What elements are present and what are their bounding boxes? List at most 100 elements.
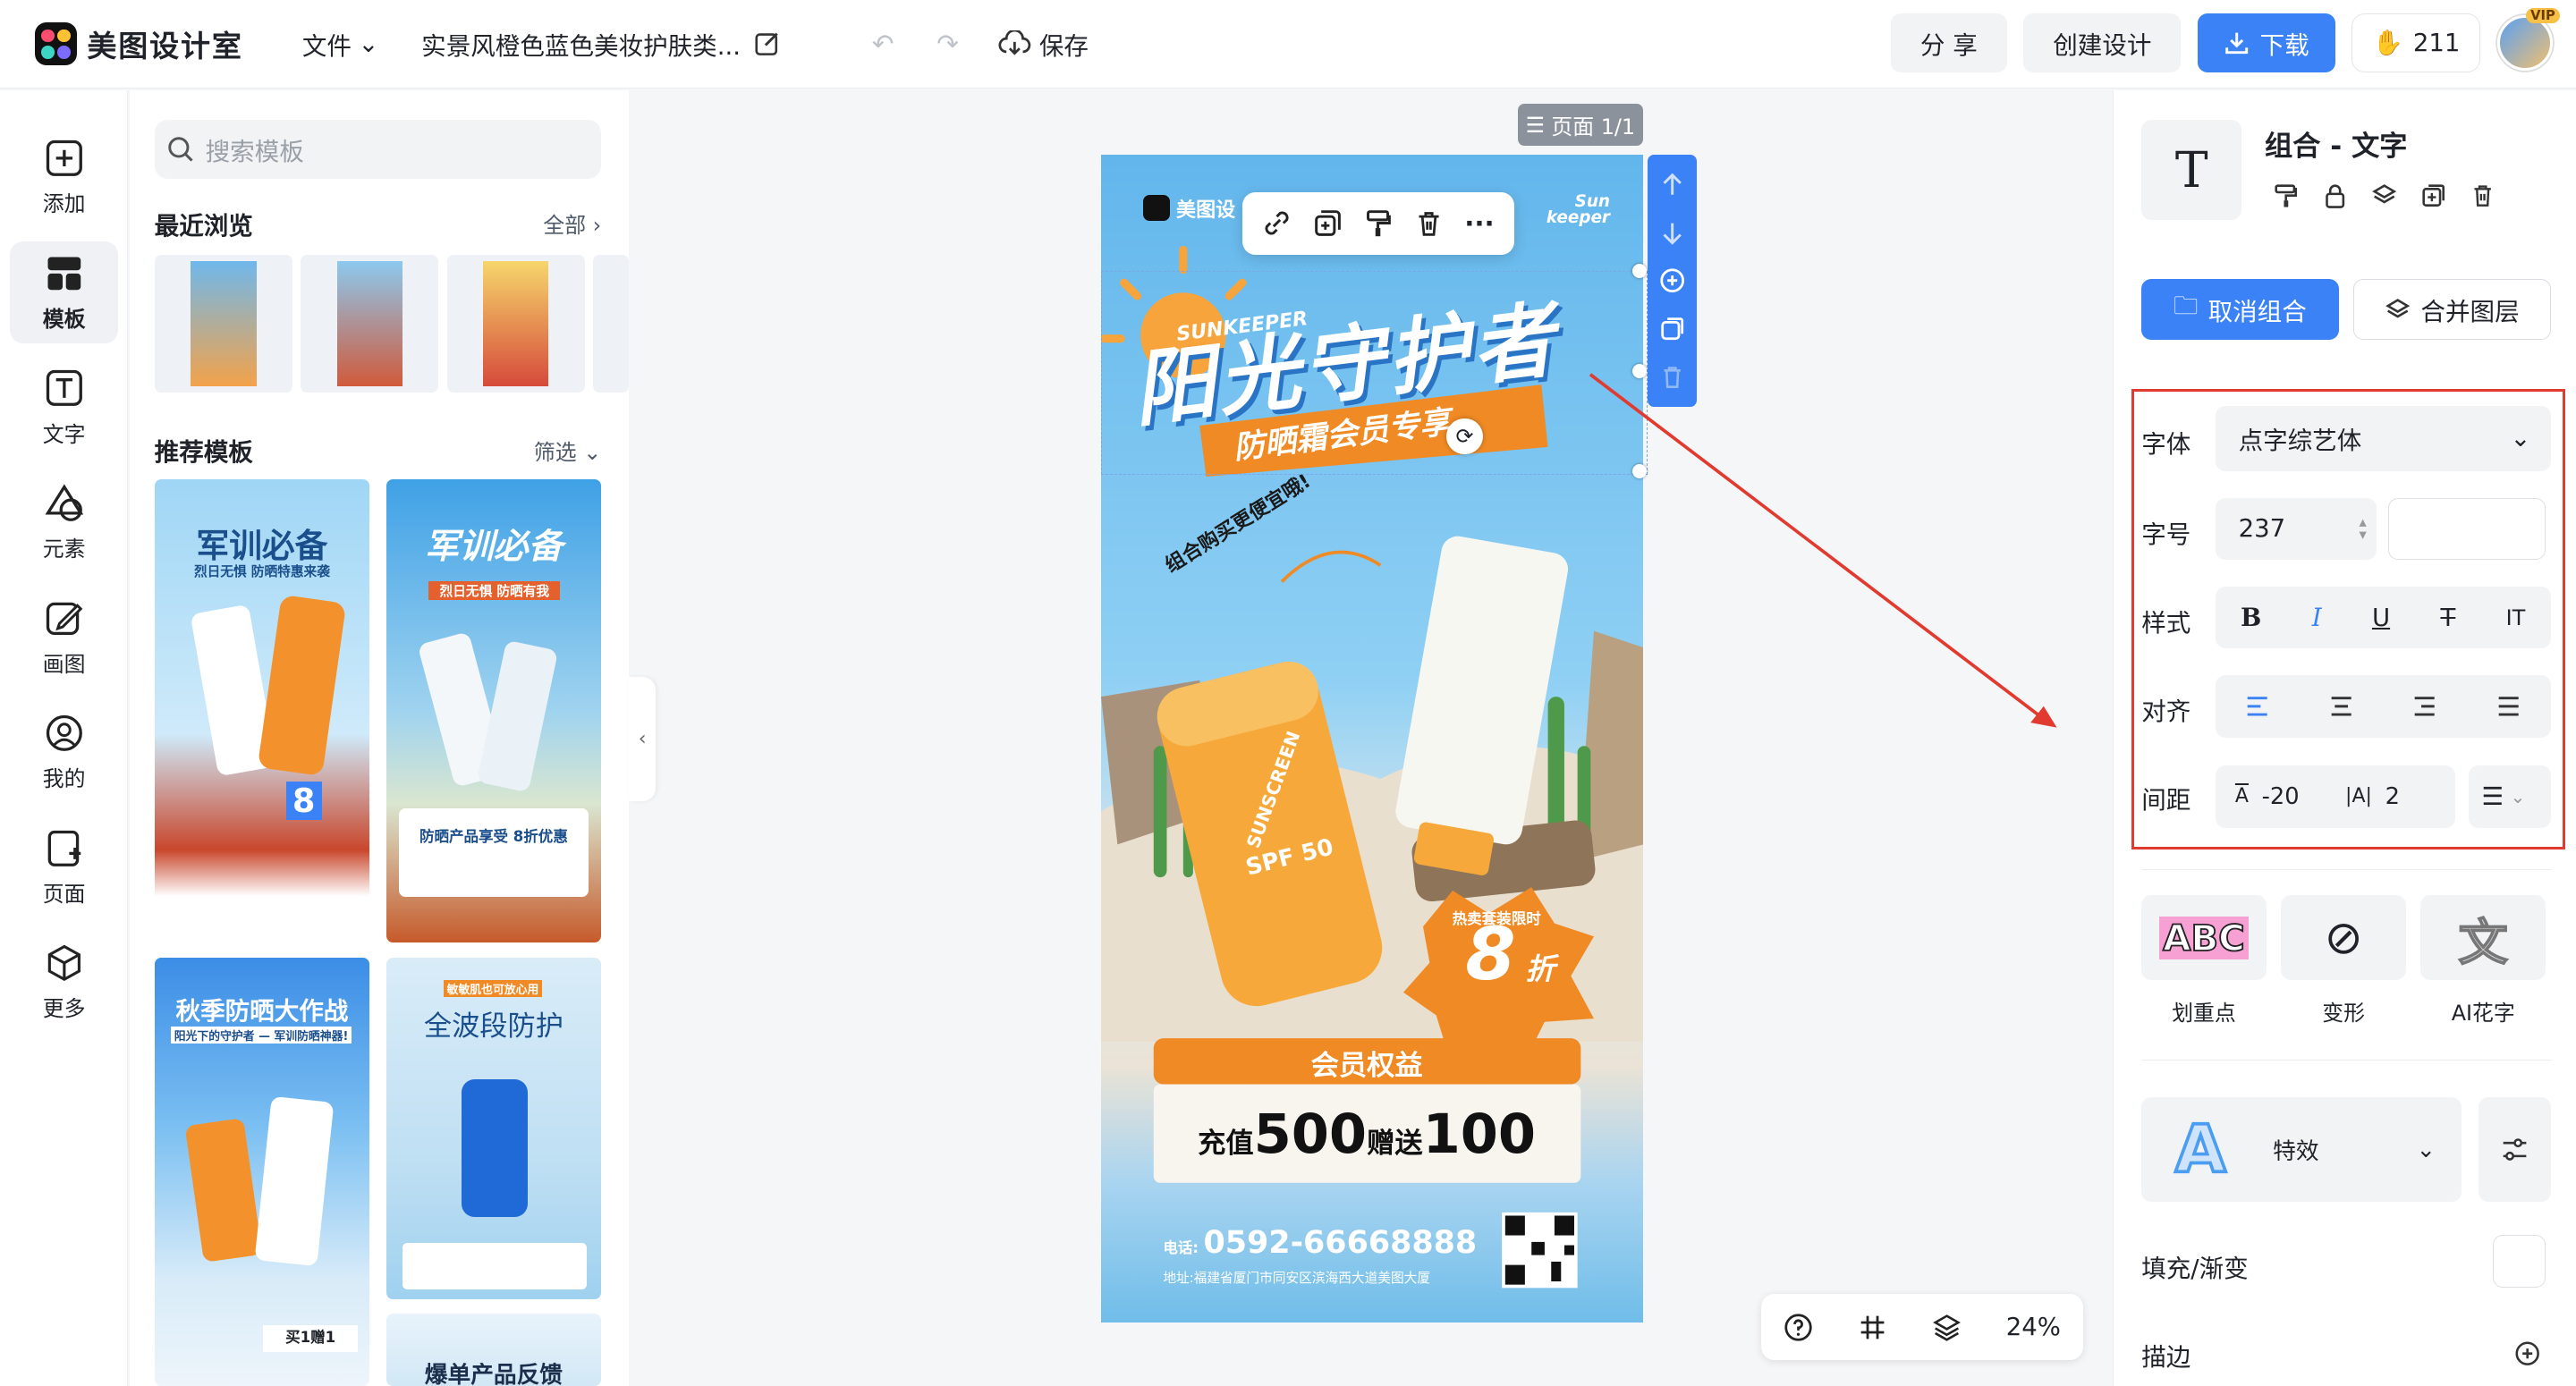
align-right-icon[interactable] [2411,695,2437,718]
ungroup-label: 取消组合 [2207,298,2307,327]
nav-templates-label: 模板 [42,306,86,332]
template-card[interactable]: 全波段防护 敏敏肌也可放心用 [386,957,602,1299]
coin-icon: ✋ [2372,29,2403,58]
nav-pages[interactable]: 页面 [10,816,118,918]
add-stroke-icon[interactable] [2514,1340,2540,1366]
letter-spacing-input[interactable]: A -20 |A| 2 [2215,765,2456,828]
search-input[interactable]: 搜索模板 [154,120,602,180]
bold-button[interactable]: B [2241,604,2261,632]
font-size-input[interactable]: 237 ▴ ▾ [2215,497,2377,561]
logo[interactable]: 美图设计室 [34,22,243,65]
recharge-a: 充值 [1198,1128,1254,1161]
document-title[interactable]: 实景风橙色蓝色美妆护肤类... [421,26,780,62]
more-icon[interactable]: ··· [1464,208,1494,239]
nav-mine[interactable]: 我的 [10,701,118,803]
nav-elements-label: 元素 [42,537,86,562]
trash-icon[interactable] [1659,364,1685,390]
template-card-title: 秋季防晒大作战 [175,996,349,1026]
nav-add[interactable]: 添加 [10,126,118,228]
duplicate-icon[interactable] [2420,182,2446,208]
nav-draw[interactable]: 画图 [10,587,118,689]
template-card[interactable]: 军训必备 烈日无惧 防晒有我 防晒产品享受 8折优惠 [386,479,602,943]
help-icon[interactable] [1784,1313,1813,1342]
format-painter-icon[interactable] [2273,182,2299,208]
arrow-up-icon[interactable] [1659,172,1685,198]
format-painter-icon[interactable] [1363,208,1393,238]
fill-color-swatch[interactable] [2493,1235,2546,1288]
properties-title: 组合 - 文字 [2264,130,2408,163]
undo-icon[interactable]: ↶ [872,29,894,59]
delete-icon[interactable] [1414,208,1444,238]
recent-header: 最近浏览 全部 › [155,206,602,241]
zoom-level[interactable]: 24% [2006,1313,2061,1341]
poster-sale-number: 8折 [1465,913,1555,997]
nav-text[interactable]: 文字 [10,357,118,459]
selection-box: ⟳ [1100,263,1648,479]
copy-page-icon[interactable] [1659,316,1685,342]
edit-icon[interactable] [754,30,780,56]
recent-all-link[interactable]: 全部 › [543,207,601,239]
filter-button[interactable]: 筛选 ⌄ [534,435,601,466]
add-circle-icon[interactable] [1659,267,1685,293]
template-card[interactable]: 军训必备 烈日无惧 防晒特惠来袭 8 [154,479,370,943]
layers-icon[interactable] [1932,1313,1962,1342]
stepper-icon[interactable]: ▴ ▾ [2360,514,2367,542]
font-size-extra-input[interactable] [2387,497,2546,561]
save-button[interactable]: 保存 [998,26,1089,62]
resize-handle[interactable] [1631,263,1648,279]
italic-button[interactable]: I [2312,604,2322,632]
divider [2141,1059,2553,1061]
nav-more[interactable]: 更多 [10,931,118,1033]
nav-templates[interactable]: 模板 [10,241,119,343]
ungroup-button[interactable]: 🗀 取消组合 [2141,279,2339,341]
cloud-save-icon [998,30,1031,56]
layers-icon[interactable] [2371,182,2397,208]
highlight-effect-button[interactable]: ABC [2141,894,2267,981]
recent-thumb[interactable] [446,254,585,393]
lock-icon[interactable] [2322,182,2348,208]
duplicate-icon[interactable] [1313,208,1343,238]
grid-icon[interactable] [1858,1313,1887,1342]
template-card[interactable]: 爆单产品反馈 [386,1314,602,1386]
page-indicator[interactable]: ☰ 页面 1/1 [1518,103,1643,147]
template-card-price: 8 [285,782,322,821]
arrow-down-icon[interactable] [1659,220,1685,246]
recent-thumb[interactable] [154,254,292,393]
vertical-text-button[interactable]: IT [2506,605,2526,630]
recent-title: 最近浏览 [154,211,253,241]
recent-thumb[interactable] [301,254,439,393]
template-card-subtitle: 烈日无惧 防晒特惠来袭 [193,564,330,580]
rotate-handle[interactable]: ⟳ [1446,418,1483,454]
merge-layers-button[interactable]: 合并图层 [2353,279,2551,341]
download-button[interactable]: 下载 [2197,13,2336,72]
resize-handle[interactable] [1631,363,1648,379]
spacing-label: 间距 [2141,786,2191,816]
template-card[interactable]: 秋季防晒大作战 阳光下的守护者 — 军训防晒神器! 买1赠1 [154,957,370,1386]
recent-thumb[interactable] [593,254,630,393]
align-justify-icon[interactable] [2496,695,2521,718]
font-select[interactable]: 点字综艺体 ⌄ [2215,405,2551,472]
share-button[interactable]: 分 享 [1890,13,2007,72]
effects-select[interactable]: A 特效 ⌄ [2141,1096,2462,1203]
effects-settings-button[interactable] [2478,1096,2551,1203]
strikethrough-button[interactable]: T [2440,604,2455,632]
underline-button[interactable]: U [2372,604,2390,632]
create-design-button[interactable]: 创建设计 [2023,13,2182,72]
nav-elements[interactable]: 元素 [10,471,118,573]
ai-flower-text-button[interactable]: 文 [2420,894,2546,981]
template-card-offer: 防晒产品享受 8折优惠 [419,828,568,846]
avatar[interactable]: VIP [2496,7,2561,71]
coins-badge[interactable]: ✋ 211 [2351,13,2481,72]
resize-handle[interactable] [1631,463,1648,479]
list-style-select[interactable]: ☰ ⌄ [2468,765,2551,828]
delete-icon[interactable] [2470,182,2496,208]
align-center-icon[interactable] [2328,695,2354,718]
file-menu[interactable]: 文件 ⌄ [302,26,379,62]
link-icon[interactable] [1262,208,1292,238]
warp-effect-button[interactable]: ⊘ [2281,894,2406,981]
align-left-icon[interactable] [2244,695,2270,718]
collapse-panel-button[interactable]: ‹ [629,676,656,802]
style-buttons: B I U T IT [2215,586,2551,649]
redo-icon[interactable]: ↷ [936,29,959,59]
effects-label: 特效 [2273,1138,2319,1166]
